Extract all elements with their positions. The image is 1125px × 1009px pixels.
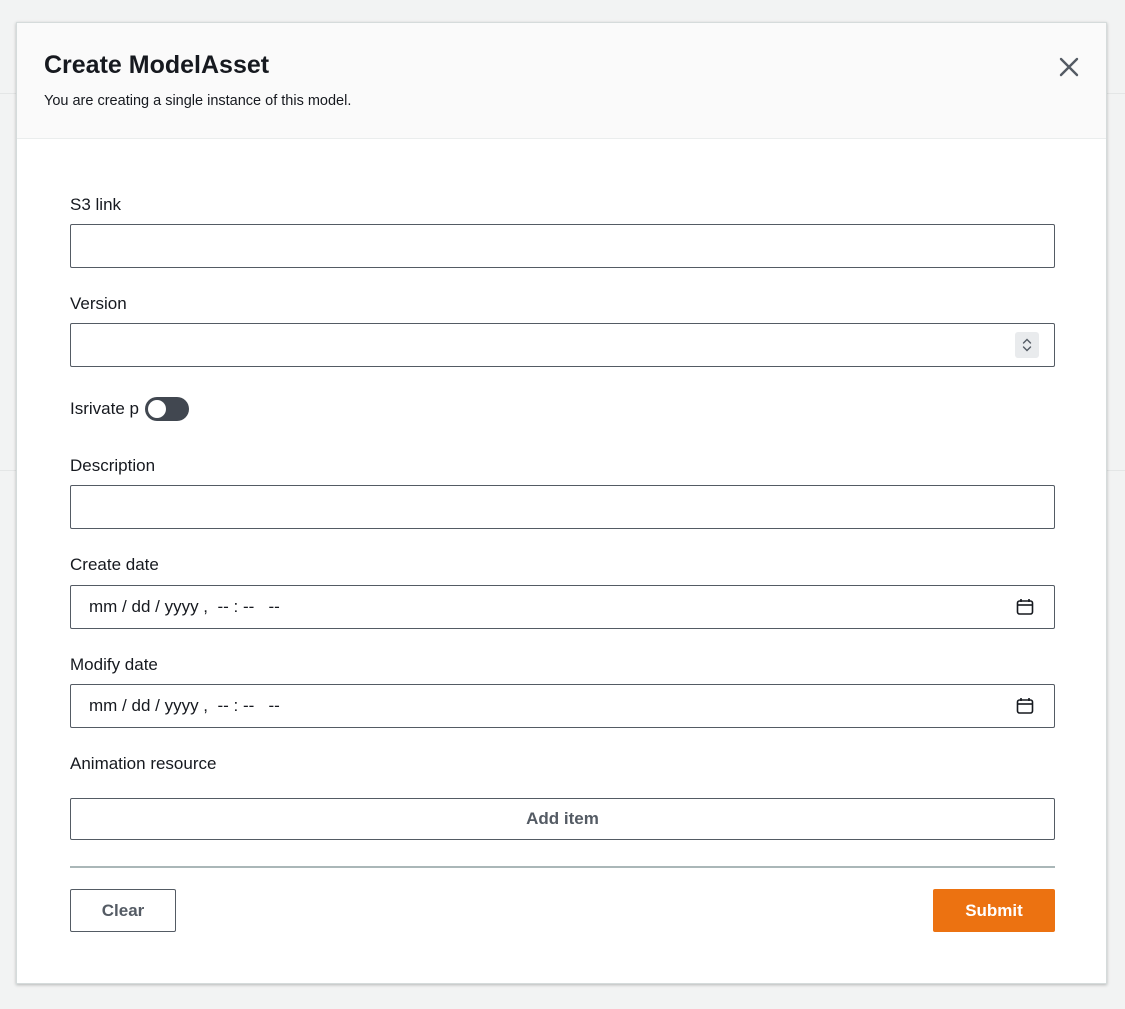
form-divider [70, 866, 1055, 868]
is-private-toggle[interactable] [144, 397, 189, 421]
submit-button[interactable]: Submit [933, 889, 1055, 932]
modify-date-input[interactable]: mm / dd / yyyy , -- : -- -- [70, 684, 1055, 728]
animation-resource-label: Animation resource [70, 754, 217, 773]
s3-link-input[interactable] [70, 224, 1055, 268]
modify-date-placeholder: mm / dd / yyyy , -- : -- -- [89, 696, 280, 715]
create-date-placeholder: mm / dd / yyyy , -- : -- -- [89, 597, 280, 616]
create-date-label: Create date [70, 555, 159, 574]
is-private-label: Isrivate p [70, 399, 139, 418]
version-label: Version [70, 294, 127, 313]
modal-title: Create ModelAsset [44, 51, 270, 79]
calendar-icon[interactable] [1016, 598, 1034, 616]
toggle-knob [147, 400, 166, 418]
version-stepper[interactable] [1015, 332, 1039, 358]
close-icon [1059, 57, 1079, 77]
clear-button[interactable]: Clear [70, 889, 176, 932]
version-input[interactable] [70, 323, 1055, 367]
calendar-icon[interactable] [1016, 697, 1034, 715]
description-input[interactable] [70, 485, 1055, 529]
is-private-row: Isrivate p [70, 397, 189, 421]
s3-link-label: S3 link [70, 195, 122, 214]
modal-header: Create ModelAsset You are creating a sin… [17, 23, 1106, 139]
create-date-input[interactable]: mm / dd / yyyy , -- : -- -- [70, 585, 1055, 629]
modal-subtitle: You are creating a single instance of th… [44, 93, 352, 109]
create-modelasset-modal: Create ModelAsset You are creating a sin… [16, 22, 1107, 984]
add-item-button[interactable]: Add item [70, 798, 1055, 840]
description-label: Description [70, 456, 156, 475]
modify-date-label: Modify date [70, 655, 158, 674]
chevron-up-down-icon [1022, 338, 1032, 352]
close-button[interactable] [1055, 53, 1083, 81]
